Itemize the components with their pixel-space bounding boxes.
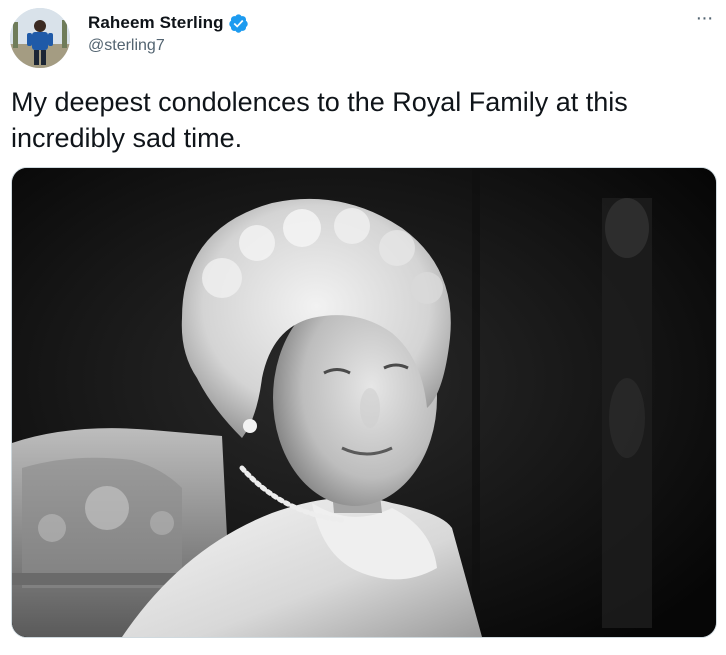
more-horizontal-icon: ··· <box>695 6 714 29</box>
tweet-text: My deepest condolences to the Royal Fami… <box>11 87 628 153</box>
author-name-row: Raheem Sterling <box>88 12 249 34</box>
tweet-media-photo[interactable] <box>11 167 717 638</box>
avatar[interactable] <box>10 8 70 68</box>
more-options-button[interactable]: ··· <box>692 6 716 30</box>
tweet-card: Raheem Sterling @sterling7 ··· My deepes… <box>0 0 726 655</box>
portrait-photo <box>12 168 716 637</box>
author-display-name[interactable]: Raheem Sterling <box>88 13 224 33</box>
avatar-photo <box>10 8 70 68</box>
tweet-author: Raheem Sterling @sterling7 <box>88 12 249 55</box>
author-handle[interactable]: @sterling7 <box>88 37 249 55</box>
verified-badge-icon <box>228 13 249 34</box>
